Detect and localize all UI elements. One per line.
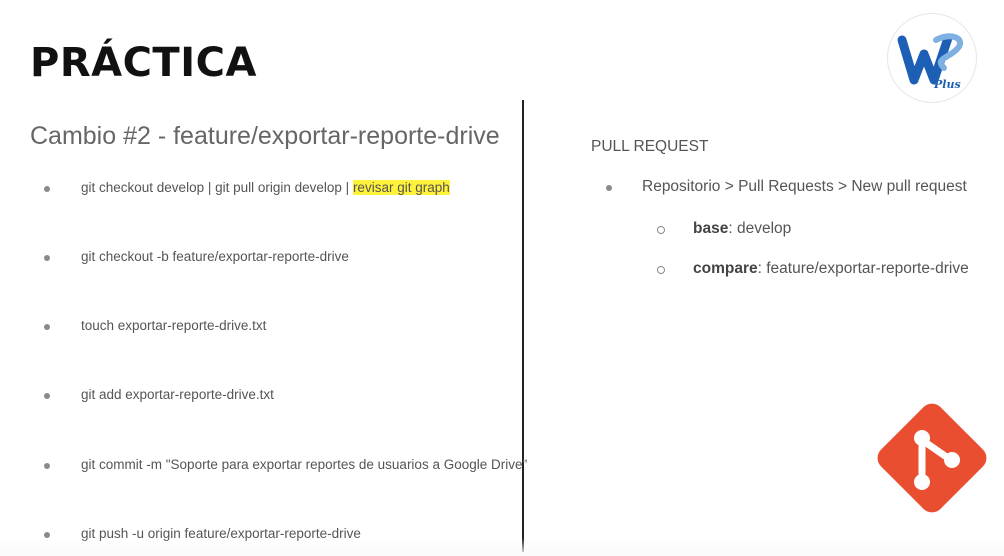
logo-text: Plus: [933, 78, 961, 91]
git-logo-icon: [872, 398, 992, 518]
step-text: git checkout develop | git pull origin d…: [81, 180, 353, 195]
bullet-icon: [44, 393, 50, 399]
slide-title: PRÁCTICA: [30, 40, 257, 86]
pull-request-heading: PULL REQUEST: [591, 138, 709, 155]
compare-label: compare: [693, 260, 758, 277]
step-text: touch exportar-reporte-drive.txt: [81, 318, 267, 333]
hollow-bullet-icon: [657, 226, 665, 234]
base-value: : develop: [728, 220, 792, 237]
bullet-icon: [44, 186, 50, 192]
hollow-bullet-icon: [657, 266, 665, 274]
bullet-icon: [44, 324, 50, 330]
ws-plus-logo-icon: Plus: [888, 14, 976, 102]
step-text: git commit -m "Soporte para exportar rep…: [81, 457, 528, 472]
bullet-icon: [44, 255, 50, 261]
base-label: base: [693, 220, 729, 237]
compare-value: : feature/exportar-reporte-drive: [757, 260, 969, 277]
column-divider: [522, 100, 524, 552]
bullet-icon: [606, 185, 612, 191]
bottom-fade: [0, 538, 1004, 556]
pull-request-path: Repositorio > Pull Requests > New pull r…: [642, 178, 967, 195]
left-subtitle: Cambio #2 - feature/exportar-reporte-dri…: [30, 122, 500, 150]
step-text: git add exportar-reporte-drive.txt: [81, 387, 274, 402]
highlighted-text: revisar git graph: [352, 180, 450, 195]
step-text: git checkout -b feature/exportar-reporte…: [81, 249, 349, 264]
bullet-icon: [44, 463, 50, 469]
